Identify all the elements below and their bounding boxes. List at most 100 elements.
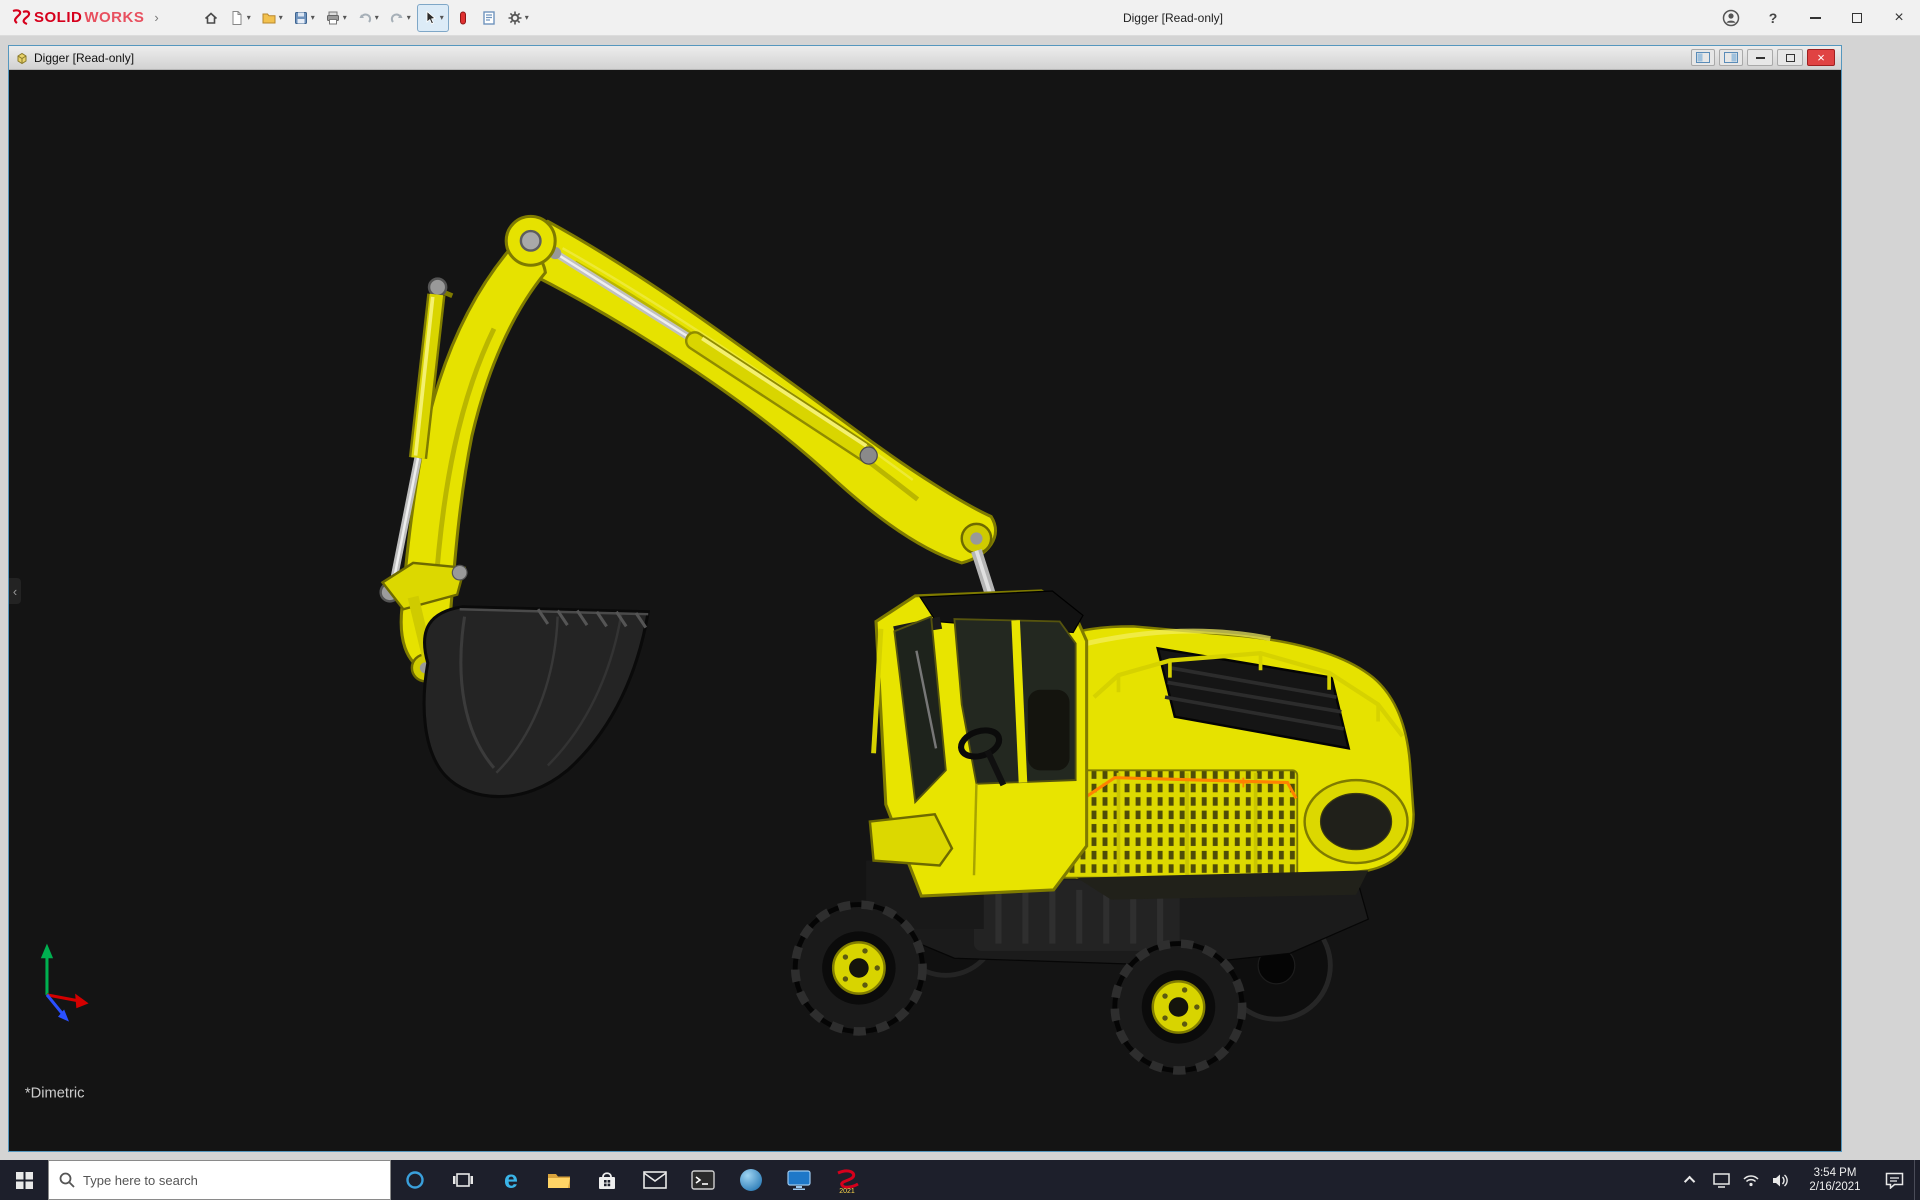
taskbar: Type here to search e 2021 xyxy=(0,1160,1920,1200)
undo-caret[interactable]: ▾ xyxy=(375,13,379,22)
search-placeholder: Type here to search xyxy=(83,1173,198,1188)
viewport-layout-button-1[interactable] xyxy=(1691,49,1715,66)
file-properties-button[interactable] xyxy=(477,4,501,32)
document-titlebar[interactable]: Digger [Read-only] × xyxy=(9,46,1841,70)
viewport-layout-icon-1 xyxy=(1696,52,1710,63)
action-center-icon xyxy=(1885,1172,1904,1189)
new-document-icon xyxy=(229,10,245,26)
app-titlebar: SOLIDWORKS › ▾ ▾ ▾ ▾ ▾ ▾ xyxy=(0,0,1920,36)
windows-start-icon xyxy=(16,1172,33,1189)
save-caret[interactable]: ▾ xyxy=(311,13,315,22)
undo-icon xyxy=(357,10,373,26)
brand-works-text: WORKS xyxy=(84,9,144,26)
wheel-rear-left[interactable] xyxy=(1115,944,1242,1071)
front-fender[interactable] xyxy=(870,814,952,865)
edrawings-icon xyxy=(739,1168,763,1192)
tray-chevron-icon xyxy=(1684,1176,1695,1187)
task-view-button[interactable] xyxy=(439,1160,487,1200)
graphics-viewport[interactable]: *Dimetric ‹ xyxy=(9,70,1841,1151)
close-icon: × xyxy=(1894,9,1903,27)
select-caret[interactable]: ▾ xyxy=(440,13,444,22)
new-document-caret[interactable]: ▾ xyxy=(247,13,251,22)
rebuild-icon xyxy=(455,10,471,26)
select-tool-button[interactable]: ▾ xyxy=(417,4,449,32)
rebuild-button[interactable] xyxy=(451,4,475,32)
doc-restore-button[interactable] xyxy=(1777,49,1803,66)
edge-taskbar-button[interactable]: e xyxy=(487,1160,535,1200)
speaker-icon xyxy=(1772,1173,1790,1188)
clock-date: 2/16/2021 xyxy=(1809,1180,1860,1194)
edrawings-taskbar-button[interactable] xyxy=(727,1160,775,1200)
home-button[interactable] xyxy=(199,4,223,32)
wheel-front-left[interactable] xyxy=(795,905,922,1032)
select-cursor-icon xyxy=(422,10,438,26)
part-document-icon xyxy=(15,51,29,65)
feature-tree-flyout-handle[interactable]: ‹ xyxy=(9,578,21,604)
cortana-icon xyxy=(405,1170,425,1190)
open-folder-icon xyxy=(261,10,277,26)
help-icon: ? xyxy=(1769,10,1778,26)
minimize-button[interactable] xyxy=(1794,0,1836,36)
home-icon xyxy=(203,10,219,26)
blue-monitor-icon xyxy=(787,1169,811,1191)
display-icon xyxy=(1713,1173,1730,1188)
document-window: Digger [Read-only] × xyxy=(8,45,1842,1152)
action-center-button[interactable] xyxy=(1874,1160,1914,1200)
store-taskbar-button[interactable] xyxy=(583,1160,631,1200)
solidworks-app-icon: 2021 xyxy=(833,1166,861,1194)
taskbar-search-input[interactable]: Type here to search xyxy=(48,1160,391,1200)
file-explorer-icon xyxy=(547,1170,571,1190)
doc-restore-icon xyxy=(1786,54,1795,62)
open-caret[interactable]: ▾ xyxy=(279,13,283,22)
quick-access-toolbar: ▾ ▾ ▾ ▾ ▾ ▾ ▾ xyxy=(199,4,533,32)
doc-close-button[interactable]: × xyxy=(1807,49,1835,66)
options-button[interactable]: ▾ xyxy=(503,4,533,32)
task-view-icon xyxy=(453,1170,473,1190)
store-icon xyxy=(595,1169,619,1191)
network-icon xyxy=(1742,1173,1760,1187)
solidworks-logo: SOLIDWORKS › xyxy=(10,8,159,28)
cortana-button[interactable] xyxy=(391,1160,439,1200)
viewport-layout-button-2[interactable] xyxy=(1719,49,1743,66)
open-button[interactable]: ▾ xyxy=(257,4,287,32)
taskbar-clock[interactable]: 3:54 PM 2/16/2021 xyxy=(1796,1160,1874,1200)
brand-solid-text: SOLID xyxy=(34,9,82,26)
options-caret[interactable]: ▾ xyxy=(525,13,529,22)
clock-time: 3:54 PM xyxy=(1814,1166,1857,1180)
upper-body-housing[interactable] xyxy=(1050,626,1414,899)
print-button[interactable]: ▾ xyxy=(321,4,351,32)
sw-year-badge: 2021 xyxy=(839,1188,855,1194)
redo-button[interactable]: ▾ xyxy=(385,4,415,32)
search-icon xyxy=(59,1172,75,1188)
maximize-button[interactable] xyxy=(1836,0,1878,36)
undo-button[interactable]: ▾ xyxy=(353,4,383,32)
tray-overflow-button[interactable] xyxy=(1676,1160,1706,1200)
tray-volume-button[interactable] xyxy=(1766,1160,1796,1200)
view-orientation-label: *Dimetric xyxy=(25,1085,85,1101)
model-viewport-canvas[interactable]: *Dimetric xyxy=(9,70,1841,1151)
solidworks-taskbar-button[interactable]: 2021 xyxy=(823,1160,871,1200)
maximize-icon xyxy=(1852,13,1862,23)
operator-seat xyxy=(1028,690,1070,771)
tray-display-button[interactable] xyxy=(1706,1160,1736,1200)
save-button[interactable]: ▾ xyxy=(289,4,319,32)
start-button[interactable] xyxy=(0,1160,48,1200)
mail-taskbar-button[interactable] xyxy=(631,1160,679,1200)
account-button[interactable] xyxy=(1710,0,1752,36)
redo-caret[interactable]: ▾ xyxy=(407,13,411,22)
composer-taskbar-button[interactable] xyxy=(775,1160,823,1200)
menu-flyout-arrow[interactable]: › xyxy=(154,10,158,25)
file-explorer-taskbar-button[interactable] xyxy=(535,1160,583,1200)
doc-minimize-button[interactable] xyxy=(1747,49,1773,66)
edge-icon: e xyxy=(504,1168,518,1193)
save-icon xyxy=(293,10,309,26)
console-taskbar-button[interactable] xyxy=(679,1160,727,1200)
tray-network-button[interactable] xyxy=(1736,1160,1766,1200)
close-button[interactable]: × xyxy=(1878,0,1920,36)
print-caret[interactable]: ▾ xyxy=(343,13,347,22)
new-document-button[interactable]: ▾ xyxy=(225,4,255,32)
help-button[interactable]: ? xyxy=(1752,0,1794,36)
flyout-arrow-icon: ‹ xyxy=(13,584,17,599)
doc-close-icon: × xyxy=(1817,50,1825,65)
show-desktop-button[interactable] xyxy=(1914,1160,1920,1200)
